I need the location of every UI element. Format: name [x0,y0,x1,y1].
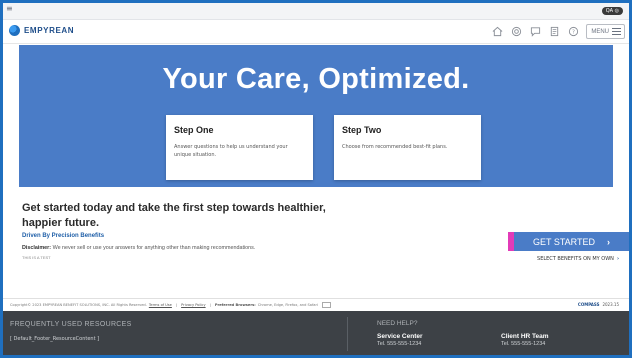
step-description: Answer questions to help us understand y… [174,144,288,158]
help-heading: NEED HELP? [377,320,418,327]
service-center-contact: Service Center Tel. 555-555-1234 [377,333,423,347]
step-one-card: Step One Answer questions to help us und… [166,115,313,180]
browsers-label: Preferred Browsers: [214,302,256,307]
resources-heading: FREQUENTLY USED RESOURCES [10,321,132,328]
svg-text:?: ? [572,30,575,36]
version-text: 2023.15 [602,302,619,307]
separator: | [175,302,178,307]
tagline-heading: Get started today and take the first ste… [22,202,326,229]
step-description: Choose from recommended best-fit plans. [342,144,448,150]
browser-icon [321,301,331,308]
footer-legal-bar: Copyright© 2023 EMPYREAN BENEFIT SOLUTIO… [3,298,629,310]
client-hr-contact: Client HR Team Tel. 555-555-1234 [501,333,549,347]
footer-main: FREQUENTLY USED RESOURCES [ Default_Foot… [3,311,629,355]
step-title: Step Two [342,125,382,135]
select-own-benefits-link[interactable]: SELECT BENEFITS ON MY OWN › [537,256,619,262]
chevron-right-icon: › [616,256,619,262]
hero-title: Your Care, Optimized. [162,63,470,95]
service-center-title: Service Center [377,333,423,340]
app-menu-icon[interactable]: ≡ [6,4,13,13]
test-note: THIS IS A TEST [22,255,51,260]
resources-content: [ Default_Footer_ResourceContent ] [10,336,100,342]
browsers-text: Chrome, Edge, Firefox, and Safari [257,302,318,307]
copyright-text: Copyright© 2023 EMPYREAN BENEFIT SOLUTIO… [10,302,147,307]
client-hr-phone[interactable]: Tel. 555-555-1234 [501,341,549,347]
service-center-phone[interactable]: Tel. 555-555-1234 [377,341,423,347]
logo-text: EMPYREAN [24,26,75,35]
logo-mark-icon [9,25,20,36]
site-header: EMPYREAN ? MENU [3,20,629,44]
terms-of-use-link[interactable]: Terms of Use [149,303,172,307]
step-two-card: Step Two Choose from recommended best-fi… [334,115,481,180]
chat-icon[interactable] [529,25,542,38]
get-started-label: GET STARTED [532,236,595,247]
disclaimer: Disclaimer: We never sell or use your an… [22,245,255,251]
menu-label: MENU [591,28,609,35]
top-strip: ≡ QA ◎ [3,3,629,20]
menu-button[interactable]: MENU [586,24,625,39]
help-icon[interactable]: ? [567,25,580,38]
disclaimer-text: We never sell or use your answers for an… [51,245,256,251]
empyrean-logo[interactable]: EMPYREAN [9,25,74,36]
compass-logo: COMPASS [577,302,600,307]
disclaimer-label: Disclaimer: [22,245,52,251]
select-own-label: SELECT BENEFITS ON MY OWN [537,256,614,262]
privacy-policy-link[interactable]: Privacy Policy [181,303,206,307]
chevron-right-icon: › [607,236,610,247]
separator: | [209,302,211,307]
support-icon[interactable] [510,25,523,38]
header-actions: ? MENU [485,24,625,39]
environment-badge: QA ◎ [601,7,623,15]
client-hr-title: Client HR Team [501,333,549,340]
get-started-button[interactable]: GET STARTED › [508,232,629,251]
document-icon[interactable] [548,25,561,38]
compass-version: COMPASS 2023.15 [578,302,619,307]
hamburger-icon [612,26,621,37]
footer-divider [347,317,348,351]
step-title: Step One [174,125,214,135]
home-icon[interactable] [491,25,504,38]
subheading-link[interactable]: Driven By Precision Benefits [22,233,104,239]
hero-banner: Your Care, Optimized. Step One Answer qu… [19,45,613,187]
